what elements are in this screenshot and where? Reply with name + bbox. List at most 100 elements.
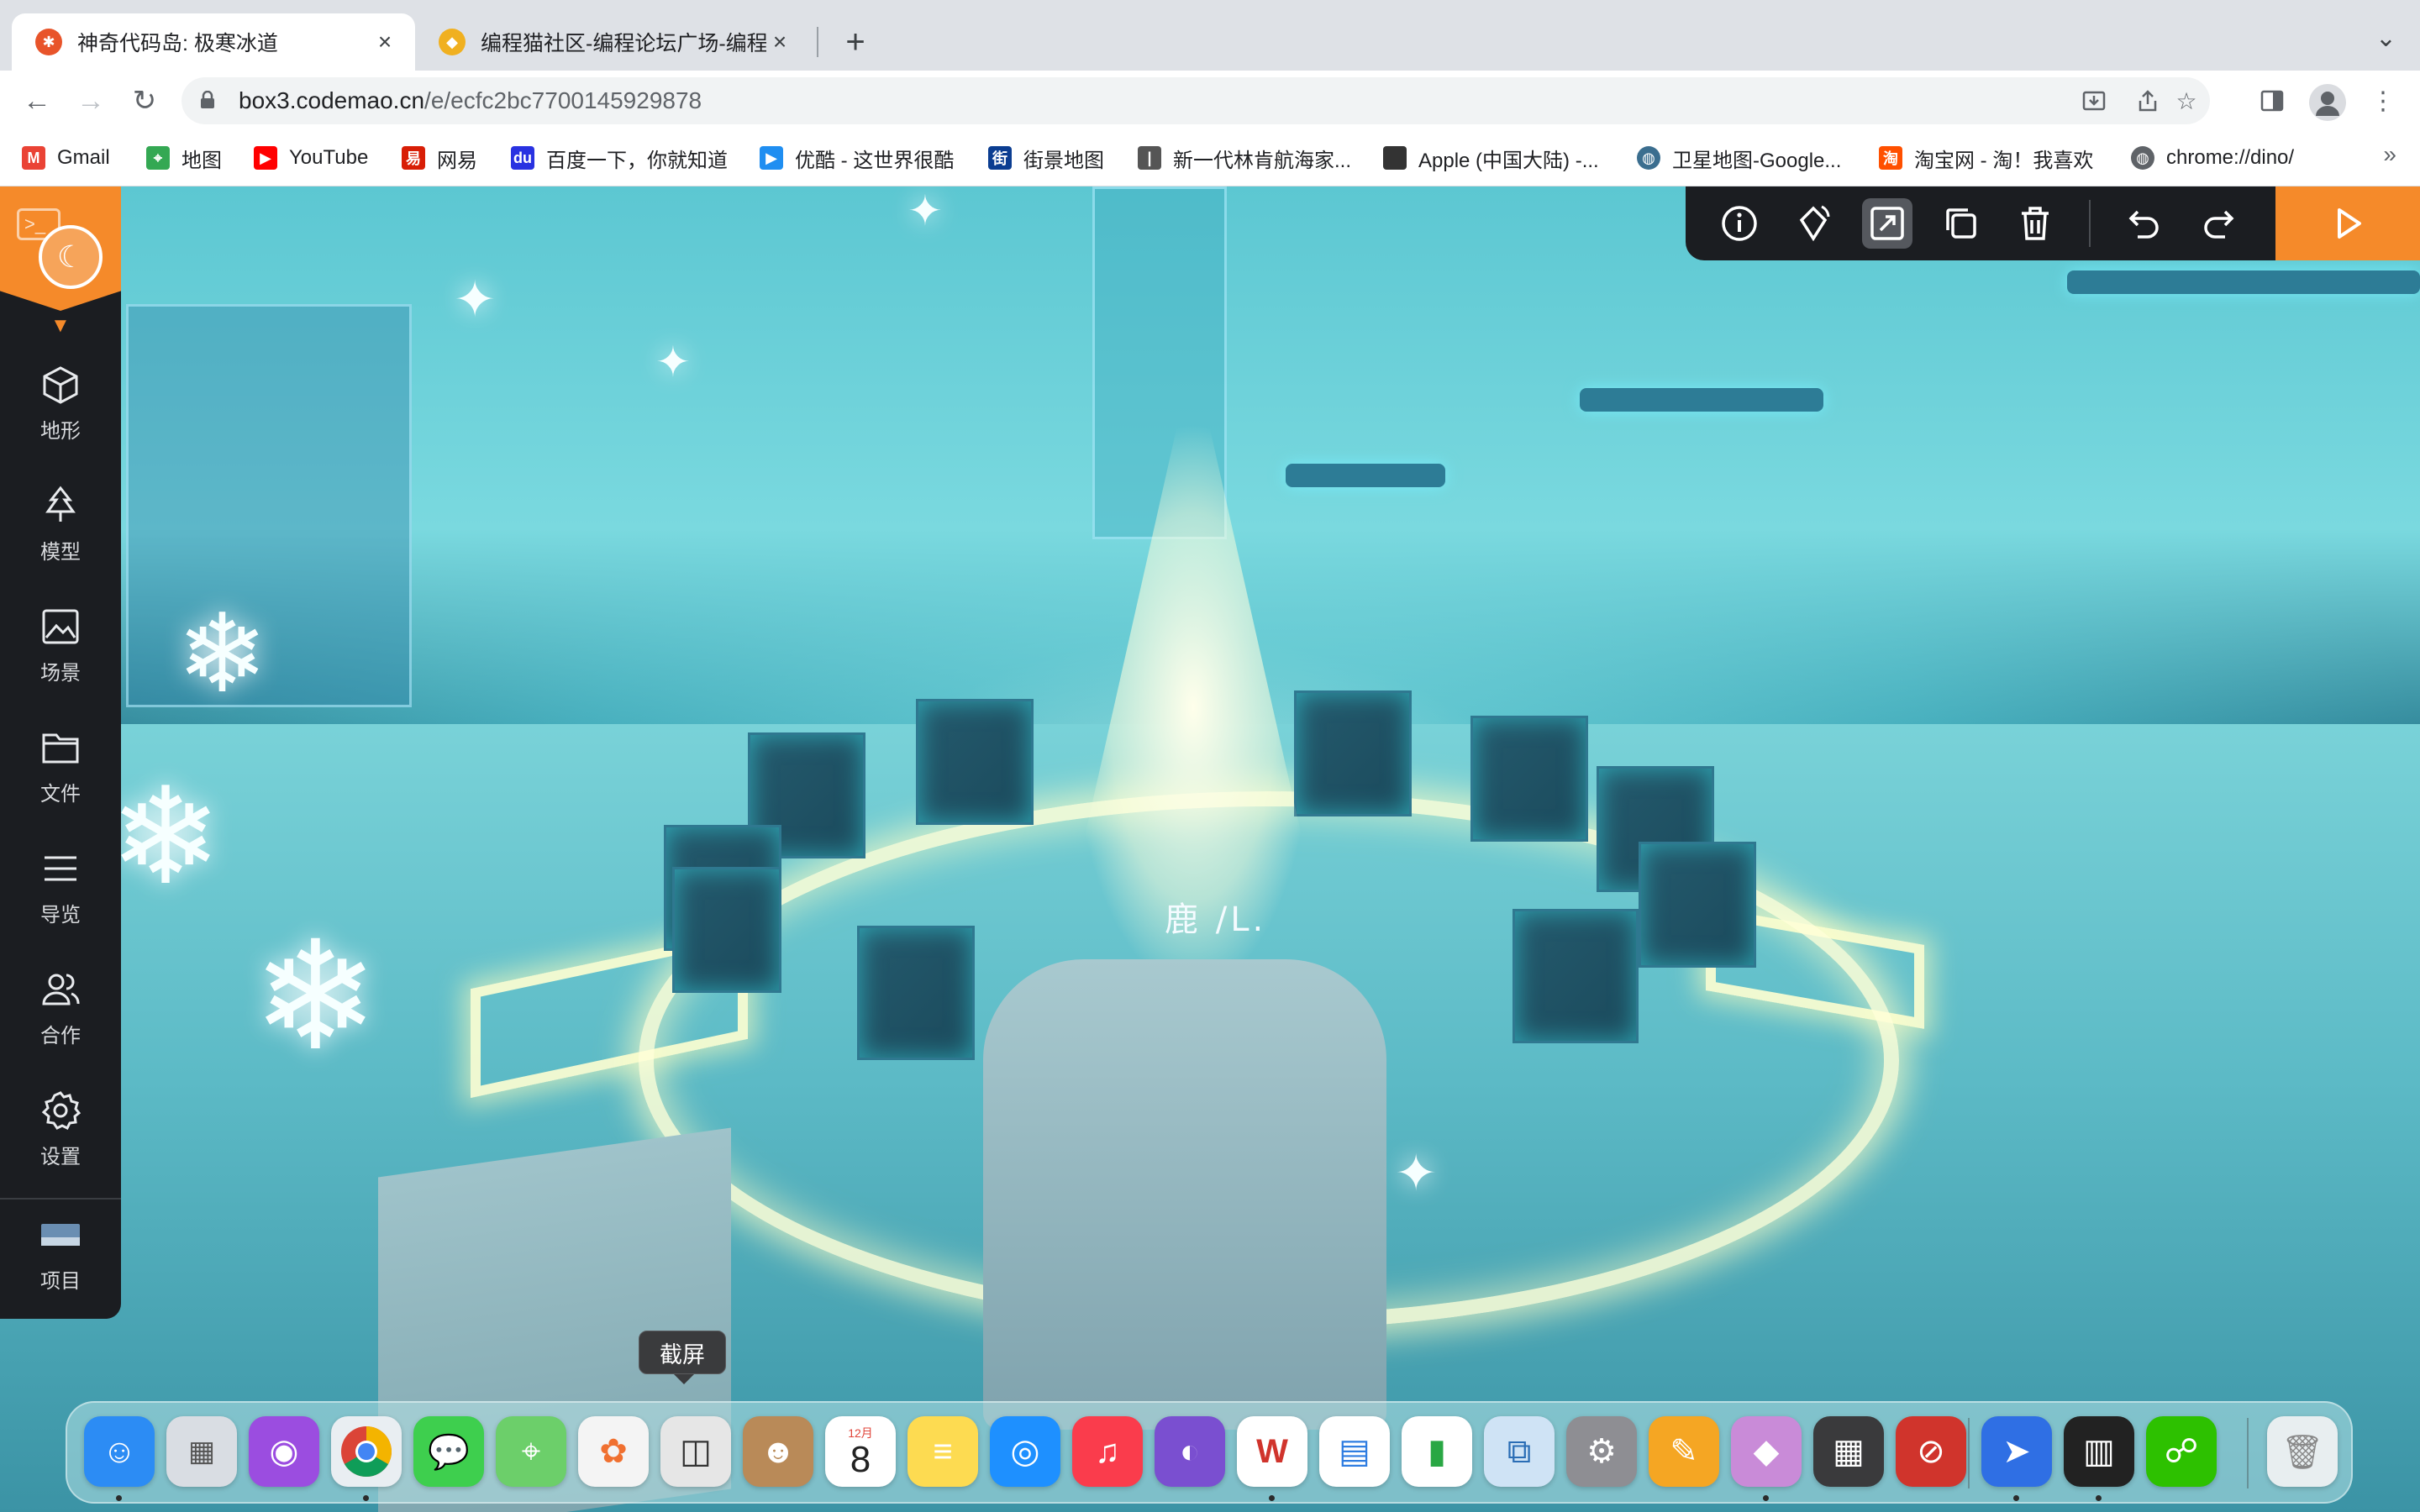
chevron-down-icon[interactable]: ⌄ xyxy=(2375,24,2396,53)
scene-glass-pillar xyxy=(126,304,412,707)
trash-icon[interactable]: 🗑 xyxy=(2267,1416,2338,1487)
scene-ice-block xyxy=(857,926,975,1060)
scene-floating-beam xyxy=(2067,270,2420,294)
apple-icon xyxy=(1383,146,1407,170)
bookmarks-overflow-button[interactable]: » xyxy=(2383,141,2396,168)
bookmark-label: 卫星地图-Google... xyxy=(1672,149,1842,172)
safari-icon[interactable]: ◎ xyxy=(990,1416,1060,1487)
lock-icon[interactable] xyxy=(200,91,215,109)
bookmark-apple[interactable]: Apple (中国大陆) -... xyxy=(1383,143,1599,173)
bookmark-star-icon[interactable]: ☆ xyxy=(2173,87,2200,114)
close-tab-icon[interactable]: × xyxy=(371,29,398,55)
bookmark-gmail[interactable]: M Gmail xyxy=(22,143,110,173)
scene-ice-block xyxy=(1639,842,1756,968)
delete-button[interactable] xyxy=(2010,198,2060,249)
profile-avatar[interactable] xyxy=(2309,84,2346,121)
bookmark-chrome-dino[interactable]: ◍ chrome://dino/ xyxy=(2131,143,2294,173)
paper-plane-icon[interactable]: ➤ xyxy=(1981,1416,2052,1487)
maps-app-icon[interactable]: ⌖ xyxy=(496,1416,566,1487)
undo-button[interactable] xyxy=(2119,198,2170,249)
bookmark-netease[interactable]: 易网易 xyxy=(402,143,477,173)
bookmark-label: YouTube xyxy=(289,146,369,169)
caret-down-icon[interactable]: ▼ xyxy=(50,314,71,338)
tab-inactive[interactable]: ◆ 编程猫社区-编程论坛广场-编程学 × xyxy=(415,13,810,71)
bookmark-label: Gmail xyxy=(57,146,110,169)
dock-tooltip: 截屏 xyxy=(639,1331,726,1374)
side-panel-icon[interactable] xyxy=(2257,86,2287,116)
address-bar[interactable]: box3.codemao.cn/e/ecfc2bc7700145929878 ☆ xyxy=(182,77,2210,124)
editor-sidebar: >_ ☾ ▼ 地形 模型 场景 文件 导览 合作 设置 项目 xyxy=(0,186,121,1319)
scene-stone-statue xyxy=(983,959,1386,1430)
redo-icon xyxy=(2204,210,2234,239)
running-indicator xyxy=(116,1495,122,1501)
launchpad-icon[interactable]: ▦ xyxy=(166,1416,237,1487)
sidebar-item-guide[interactable]: 导览 xyxy=(0,837,121,937)
piano-icon[interactable]: ▥ xyxy=(2064,1416,2134,1487)
bookmark-maps[interactable]: ⌖ 地图 xyxy=(146,143,222,173)
resize-button[interactable] xyxy=(1862,198,1912,249)
wechat-icon[interactable]: ☍ xyxy=(2146,1416,2217,1487)
notes-icon[interactable]: ≡ xyxy=(908,1416,978,1487)
image-icon xyxy=(42,609,79,643)
duplicate-button[interactable] xyxy=(1936,198,1986,249)
numbers-icon[interactable]: ▮ xyxy=(1402,1416,1472,1487)
system-preferences-icon[interactable]: ⚙ xyxy=(1566,1416,1637,1487)
tab-strip: ✱ 神奇代码岛: 极寒冰道 × ◆ 编程猫社区-编程论坛广场-编程学 × + ⌄ xyxy=(0,0,2420,71)
back-arrow-icon[interactable]: ← xyxy=(20,84,54,118)
screen-sharing-icon[interactable]: ⧉ xyxy=(1484,1416,1555,1487)
pages-icon[interactable]: ✎ xyxy=(1649,1416,1719,1487)
sidebar-item-scene[interactable]: 场景 xyxy=(0,595,121,696)
game-viewport[interactable]: 鹿 /L. ❄ ❄ ❄ ✦ ✦ ✦ ✦ xyxy=(0,186,2420,1512)
sidebar-divider xyxy=(0,1198,121,1200)
screenshot-icon[interactable]: ◫ xyxy=(660,1416,731,1487)
bookmark-satellite-map[interactable]: ◍ 卫星地图-Google... xyxy=(1637,143,1841,173)
bookmark-baidu[interactable]: du 百度一下，你就知道 xyxy=(511,143,728,173)
forward-arrow-icon[interactable]: → xyxy=(74,84,108,118)
reload-icon[interactable]: ↻ xyxy=(128,84,161,118)
keynote-icon[interactable]: ▤ xyxy=(1319,1416,1390,1487)
bookmark-taobao[interactable]: 淘淘宝网 - 淘！我喜欢 xyxy=(1879,143,2093,173)
more-menu-icon[interactable]: ⋮ xyxy=(2368,86,2398,116)
compass-icon[interactable]: ⊘ xyxy=(1896,1416,1966,1487)
music-icon[interactable]: ♫ xyxy=(1072,1416,1143,1487)
contacts-icon[interactable]: ☻ xyxy=(743,1416,813,1487)
bookmark-youtube[interactable]: ▶ YouTube xyxy=(254,143,368,173)
chrome-icon[interactable] xyxy=(331,1416,402,1487)
rotate-icon xyxy=(1799,205,1830,242)
sidebar-item-label: 项目 xyxy=(40,1269,81,1293)
browser-toolbar: ← → ↻ box3.codemao.cn/e/ecfc2bc770014592… xyxy=(0,71,2420,131)
sidebar-item-settings[interactable]: 设置 xyxy=(0,1079,121,1179)
photos-icon[interactable]: ✿ xyxy=(578,1416,649,1487)
sidebar-item-model[interactable]: 模型 xyxy=(0,474,121,575)
sidebar-item-files[interactable]: 文件 xyxy=(0,716,121,816)
close-tab-icon[interactable]: × xyxy=(766,29,793,55)
bookmark-lincoln[interactable]: | 新一代林肯航海家... xyxy=(1138,143,1351,173)
wps-icon[interactable]: W xyxy=(1237,1416,1307,1487)
calendar-icon[interactable]: 12月 8 xyxy=(825,1416,896,1487)
finder-icon[interactable]: ☺ xyxy=(84,1416,155,1487)
instruments-icon[interactable]: ◐ xyxy=(1155,1416,1225,1487)
share-icon[interactable] xyxy=(2134,87,2161,114)
play-button[interactable] xyxy=(2275,186,2420,260)
rotate-button[interactable] xyxy=(1788,198,1839,249)
redo-button[interactable] xyxy=(2193,198,2244,249)
sidebar-item-terrain[interactable]: 地形 xyxy=(0,353,121,454)
tree-icon xyxy=(45,486,76,522)
voxel-icon[interactable]: ◆ xyxy=(1731,1416,1802,1487)
sidebar-item-project[interactable]: 项目 xyxy=(0,1203,121,1304)
sidebar-item-collaborate[interactable]: 合作 xyxy=(0,958,121,1058)
codemao-logo-icon[interactable]: ☾ xyxy=(39,225,103,289)
new-tab-button[interactable]: + xyxy=(837,18,874,66)
info-button[interactable] xyxy=(1714,198,1765,249)
podcasts-icon[interactable]: ◉ xyxy=(249,1416,319,1487)
messages-icon[interactable]: 💬 xyxy=(413,1416,484,1487)
tab-active[interactable]: ✱ 神奇代码岛: 极寒冰道 × xyxy=(12,13,415,71)
scene-sparkle: ✦ xyxy=(454,270,497,329)
netease-icon: 易 xyxy=(402,146,425,170)
calculator-icon[interactable]: ▦ xyxy=(1813,1416,1884,1487)
scene-ice-block xyxy=(916,699,1034,825)
scene-ice-block xyxy=(1470,716,1588,842)
bookmark-youku[interactable]: ▶ 优酷 - 这世界很酷 xyxy=(760,143,954,173)
install-app-icon[interactable] xyxy=(2081,87,2107,114)
bookmark-street-map[interactable]: 街街景地图 xyxy=(988,143,1104,173)
